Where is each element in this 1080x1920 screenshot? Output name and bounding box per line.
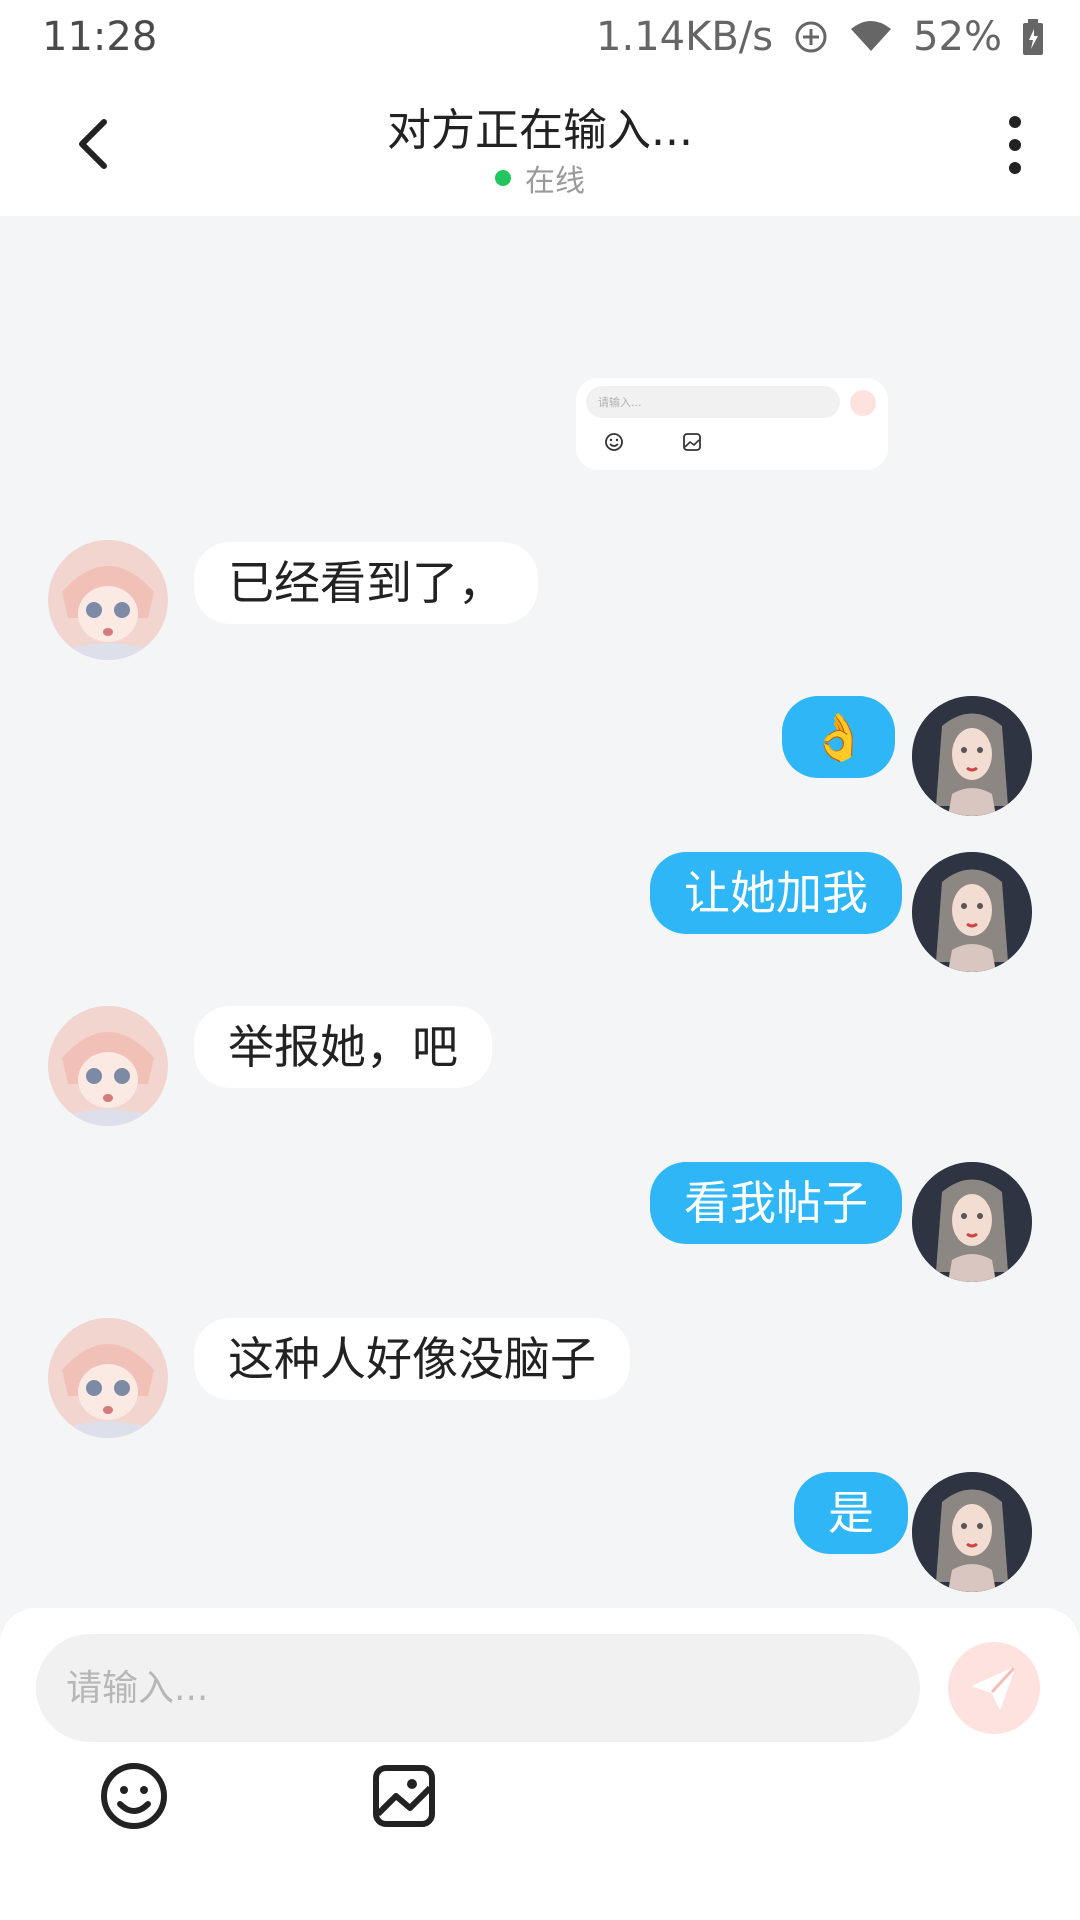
chat-header: 对方正在输入... 在线 xyxy=(0,74,1080,216)
contact-avatar[interactable] xyxy=(48,1006,168,1126)
my-avatar[interactable] xyxy=(912,852,1032,972)
message-bubble-received[interactable]: 这种人好像没脑子 xyxy=(194,1318,630,1400)
message-bubble-sent[interactable]: 看我帖子 xyxy=(650,1162,902,1244)
status-bar: 11:28 1.14KB/s 52% xyxy=(0,0,1080,74)
my-avatar[interactable] xyxy=(912,696,1032,816)
data-saver-icon xyxy=(793,19,829,55)
status-right: 1.14KB/s 52% xyxy=(596,14,1044,60)
contact-avatar[interactable] xyxy=(48,1318,168,1438)
presence-status: 在线 xyxy=(0,156,1080,200)
chat-screen: 11:28 1.14KB/s 52% 对方正在输入... 在线 请输入... 已… xyxy=(0,0,1080,1920)
paper-plane-icon xyxy=(973,1666,1016,1709)
online-dot xyxy=(495,170,511,186)
message-input[interactable] xyxy=(36,1634,920,1742)
emoji-button[interactable] xyxy=(98,1760,170,1832)
message-composer xyxy=(0,1608,1080,1920)
my-avatar[interactable] xyxy=(912,1162,1032,1282)
send-button[interactable] xyxy=(948,1642,1040,1734)
my-avatar[interactable] xyxy=(912,1472,1032,1592)
preview-input: 请输入... xyxy=(586,386,840,418)
message-bubble-sent[interactable]: 👌 xyxy=(782,696,896,778)
preview-smile-icon xyxy=(605,433,623,451)
contact-avatar[interactable] xyxy=(48,540,168,660)
message-bubble-received[interactable]: 已经看到了， xyxy=(194,542,538,624)
preview-send-icon xyxy=(850,390,876,416)
message-bubble-received[interactable]: 举报她，吧 xyxy=(194,1006,492,1088)
chat-title: 对方正在输入... xyxy=(387,105,693,156)
battery-icon xyxy=(1022,19,1044,55)
preview-image-icon xyxy=(683,433,701,451)
wifi-icon xyxy=(849,19,893,55)
image-message-preview[interactable]: 请输入... xyxy=(576,378,888,470)
image-button[interactable] xyxy=(368,1760,440,1832)
more-vertical-icon xyxy=(1009,116,1021,174)
smile-icon xyxy=(101,1763,167,1829)
battery-level: 52% xyxy=(913,14,1002,60)
message-bubble-sent[interactable]: 让她加我 xyxy=(650,852,902,934)
status-time: 11:28 xyxy=(42,14,158,60)
presence-label: 在线 xyxy=(525,164,585,199)
message-bubble-sent[interactable]: 是 xyxy=(794,1472,908,1554)
network-speed: 1.14KB/s xyxy=(596,14,774,60)
image-icon xyxy=(373,1765,435,1827)
more-button[interactable] xyxy=(990,112,1040,178)
